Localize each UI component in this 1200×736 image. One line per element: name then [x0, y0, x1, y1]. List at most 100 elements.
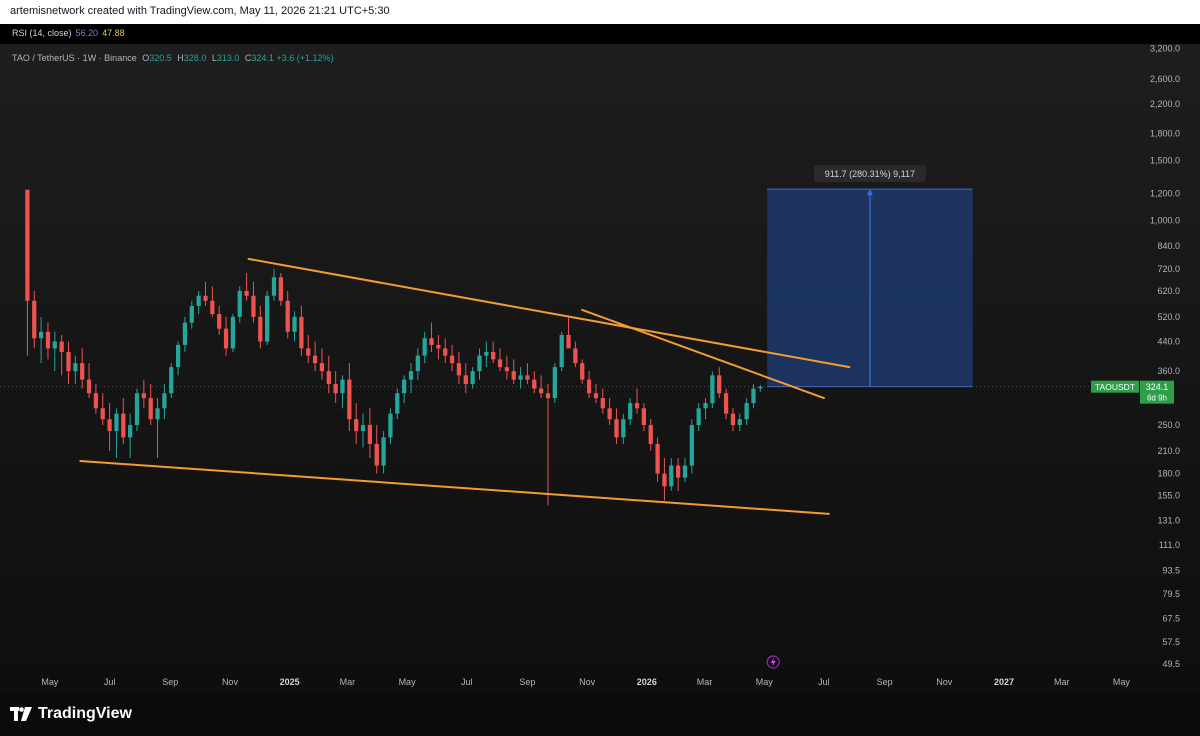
candle-body[interactable]: [86, 379, 92, 394]
candle-body[interactable]: [251, 295, 256, 317]
candle-body[interactable]: [217, 314, 222, 329]
candle-body[interactable]: [559, 334, 564, 368]
candle-body[interactable]: [600, 398, 605, 409]
candle-body[interactable]: [470, 371, 475, 385]
candle-body[interactable]: [676, 465, 681, 478]
lower-trendline[interactable]: [79, 459, 830, 515]
candle-body[interactable]: [395, 393, 400, 414]
candle-body[interactable]: [340, 379, 345, 394]
candle-body[interactable]: [360, 425, 366, 432]
candle-body[interactable]: [107, 419, 112, 432]
candle-body[interactable]: [703, 403, 708, 409]
candle-body[interactable]: [210, 300, 215, 315]
candle-body[interactable]: [580, 363, 585, 380]
candle-body[interactable]: [175, 344, 181, 368]
candle-body[interactable]: [271, 277, 277, 296]
tradingview-brand[interactable]: TradingView: [10, 705, 132, 723]
candle-body[interactable]: [593, 393, 599, 399]
candle-body[interactable]: [182, 322, 188, 345]
candle-body[interactable]: [402, 379, 407, 394]
candle-body[interactable]: [628, 403, 633, 420]
candle-body[interactable]: [545, 393, 551, 399]
candle-body[interactable]: [73, 363, 78, 372]
candle-body[interactable]: [45, 331, 51, 349]
candle-body[interactable]: [641, 408, 647, 426]
price-chart[interactable]: 911.7 (280.31%) 9,117 3,200.0 2,600.0 2,200…: [0, 0, 1200, 736]
candle-body[interactable]: [381, 437, 386, 466]
candle-body[interactable]: [128, 425, 133, 438]
candle-body[interactable]: [648, 425, 653, 444]
candle-body[interactable]: [292, 316, 297, 332]
candle-body[interactable]: [539, 388, 544, 394]
candle-body[interactable]: [203, 295, 208, 301]
candle-body[interactable]: [552, 367, 557, 399]
candle-body[interactable]: [319, 363, 325, 372]
candle-body[interactable]: [148, 398, 153, 420]
candle-body[interactable]: [306, 348, 311, 356]
candle-body[interactable]: [312, 355, 318, 364]
candle-body[interactable]: [333, 384, 338, 394]
candle-body[interactable]: [710, 375, 715, 404]
candle-body[interactable]: [662, 473, 667, 487]
candle-body[interactable]: [737, 419, 742, 426]
candle-body[interactable]: [429, 338, 434, 345]
candle-body[interactable]: [436, 344, 441, 349]
candle-body[interactable]: [511, 371, 516, 380]
candle-body[interactable]: [80, 363, 85, 380]
candle-body[interactable]: [25, 189, 30, 301]
candle-body[interactable]: [223, 328, 229, 349]
candle-body[interactable]: [347, 379, 352, 420]
candle-body[interactable]: [230, 316, 236, 349]
candle-body[interactable]: [155, 408, 160, 420]
candle-body[interactable]: [655, 443, 660, 474]
candle-body[interactable]: [689, 425, 694, 466]
candle-body[interactable]: [408, 371, 414, 380]
candle-body[interactable]: [491, 351, 496, 360]
candle-body[interactable]: [477, 355, 482, 372]
candle-body[interactable]: [66, 351, 71, 372]
candle-body[interactable]: [758, 386, 763, 389]
candle-body[interactable]: [443, 348, 448, 356]
candle-body[interactable]: [456, 363, 462, 376]
candle-body[interactable]: [730, 413, 736, 426]
candle-body[interactable]: [518, 375, 523, 380]
candle-body[interactable]: [278, 277, 283, 301]
candle-body[interactable]: [634, 403, 640, 409]
candle-body[interactable]: [532, 379, 537, 389]
candle-body[interactable]: [717, 375, 722, 394]
candle-body[interactable]: [169, 367, 174, 394]
candle-body[interactable]: [258, 316, 263, 342]
candle-body[interactable]: [484, 351, 489, 356]
candle-body[interactable]: [299, 316, 304, 349]
candle-body[interactable]: [586, 379, 592, 394]
candle-body[interactable]: [189, 305, 194, 323]
candle-body[interactable]: [32, 300, 37, 339]
candle-body[interactable]: [162, 393, 167, 409]
candle-body[interactable]: [114, 413, 119, 432]
candle-body[interactable]: [682, 465, 688, 478]
candle-body[interactable]: [100, 408, 105, 420]
candle-body[interactable]: [573, 348, 578, 364]
candle-body[interactable]: [237, 290, 242, 317]
candle-body[interactable]: [607, 408, 612, 420]
candle-body[interactable]: [134, 393, 140, 426]
candle-body[interactable]: [669, 465, 674, 487]
candle-body[interactable]: [367, 425, 373, 444]
candle-body[interactable]: [504, 367, 510, 372]
candle-body[interactable]: [285, 300, 290, 332]
candle-body[interactable]: [566, 334, 571, 349]
candle-body[interactable]: [497, 359, 503, 368]
candle-body[interactable]: [326, 371, 331, 385]
candle-body[interactable]: [463, 375, 468, 385]
upper-trendline[interactable]: [247, 257, 851, 369]
candle-body[interactable]: [422, 338, 427, 356]
candle-body[interactable]: [196, 295, 201, 306]
candle-body[interactable]: [93, 393, 99, 409]
candle-body[interactable]: [244, 290, 249, 296]
candle-body[interactable]: [141, 393, 146, 399]
candle-body[interactable]: [374, 443, 379, 466]
candle-body[interactable]: [121, 413, 126, 438]
candle-body[interactable]: [265, 295, 270, 342]
candle-body[interactable]: [525, 375, 530, 380]
candle-body[interactable]: [696, 408, 701, 426]
